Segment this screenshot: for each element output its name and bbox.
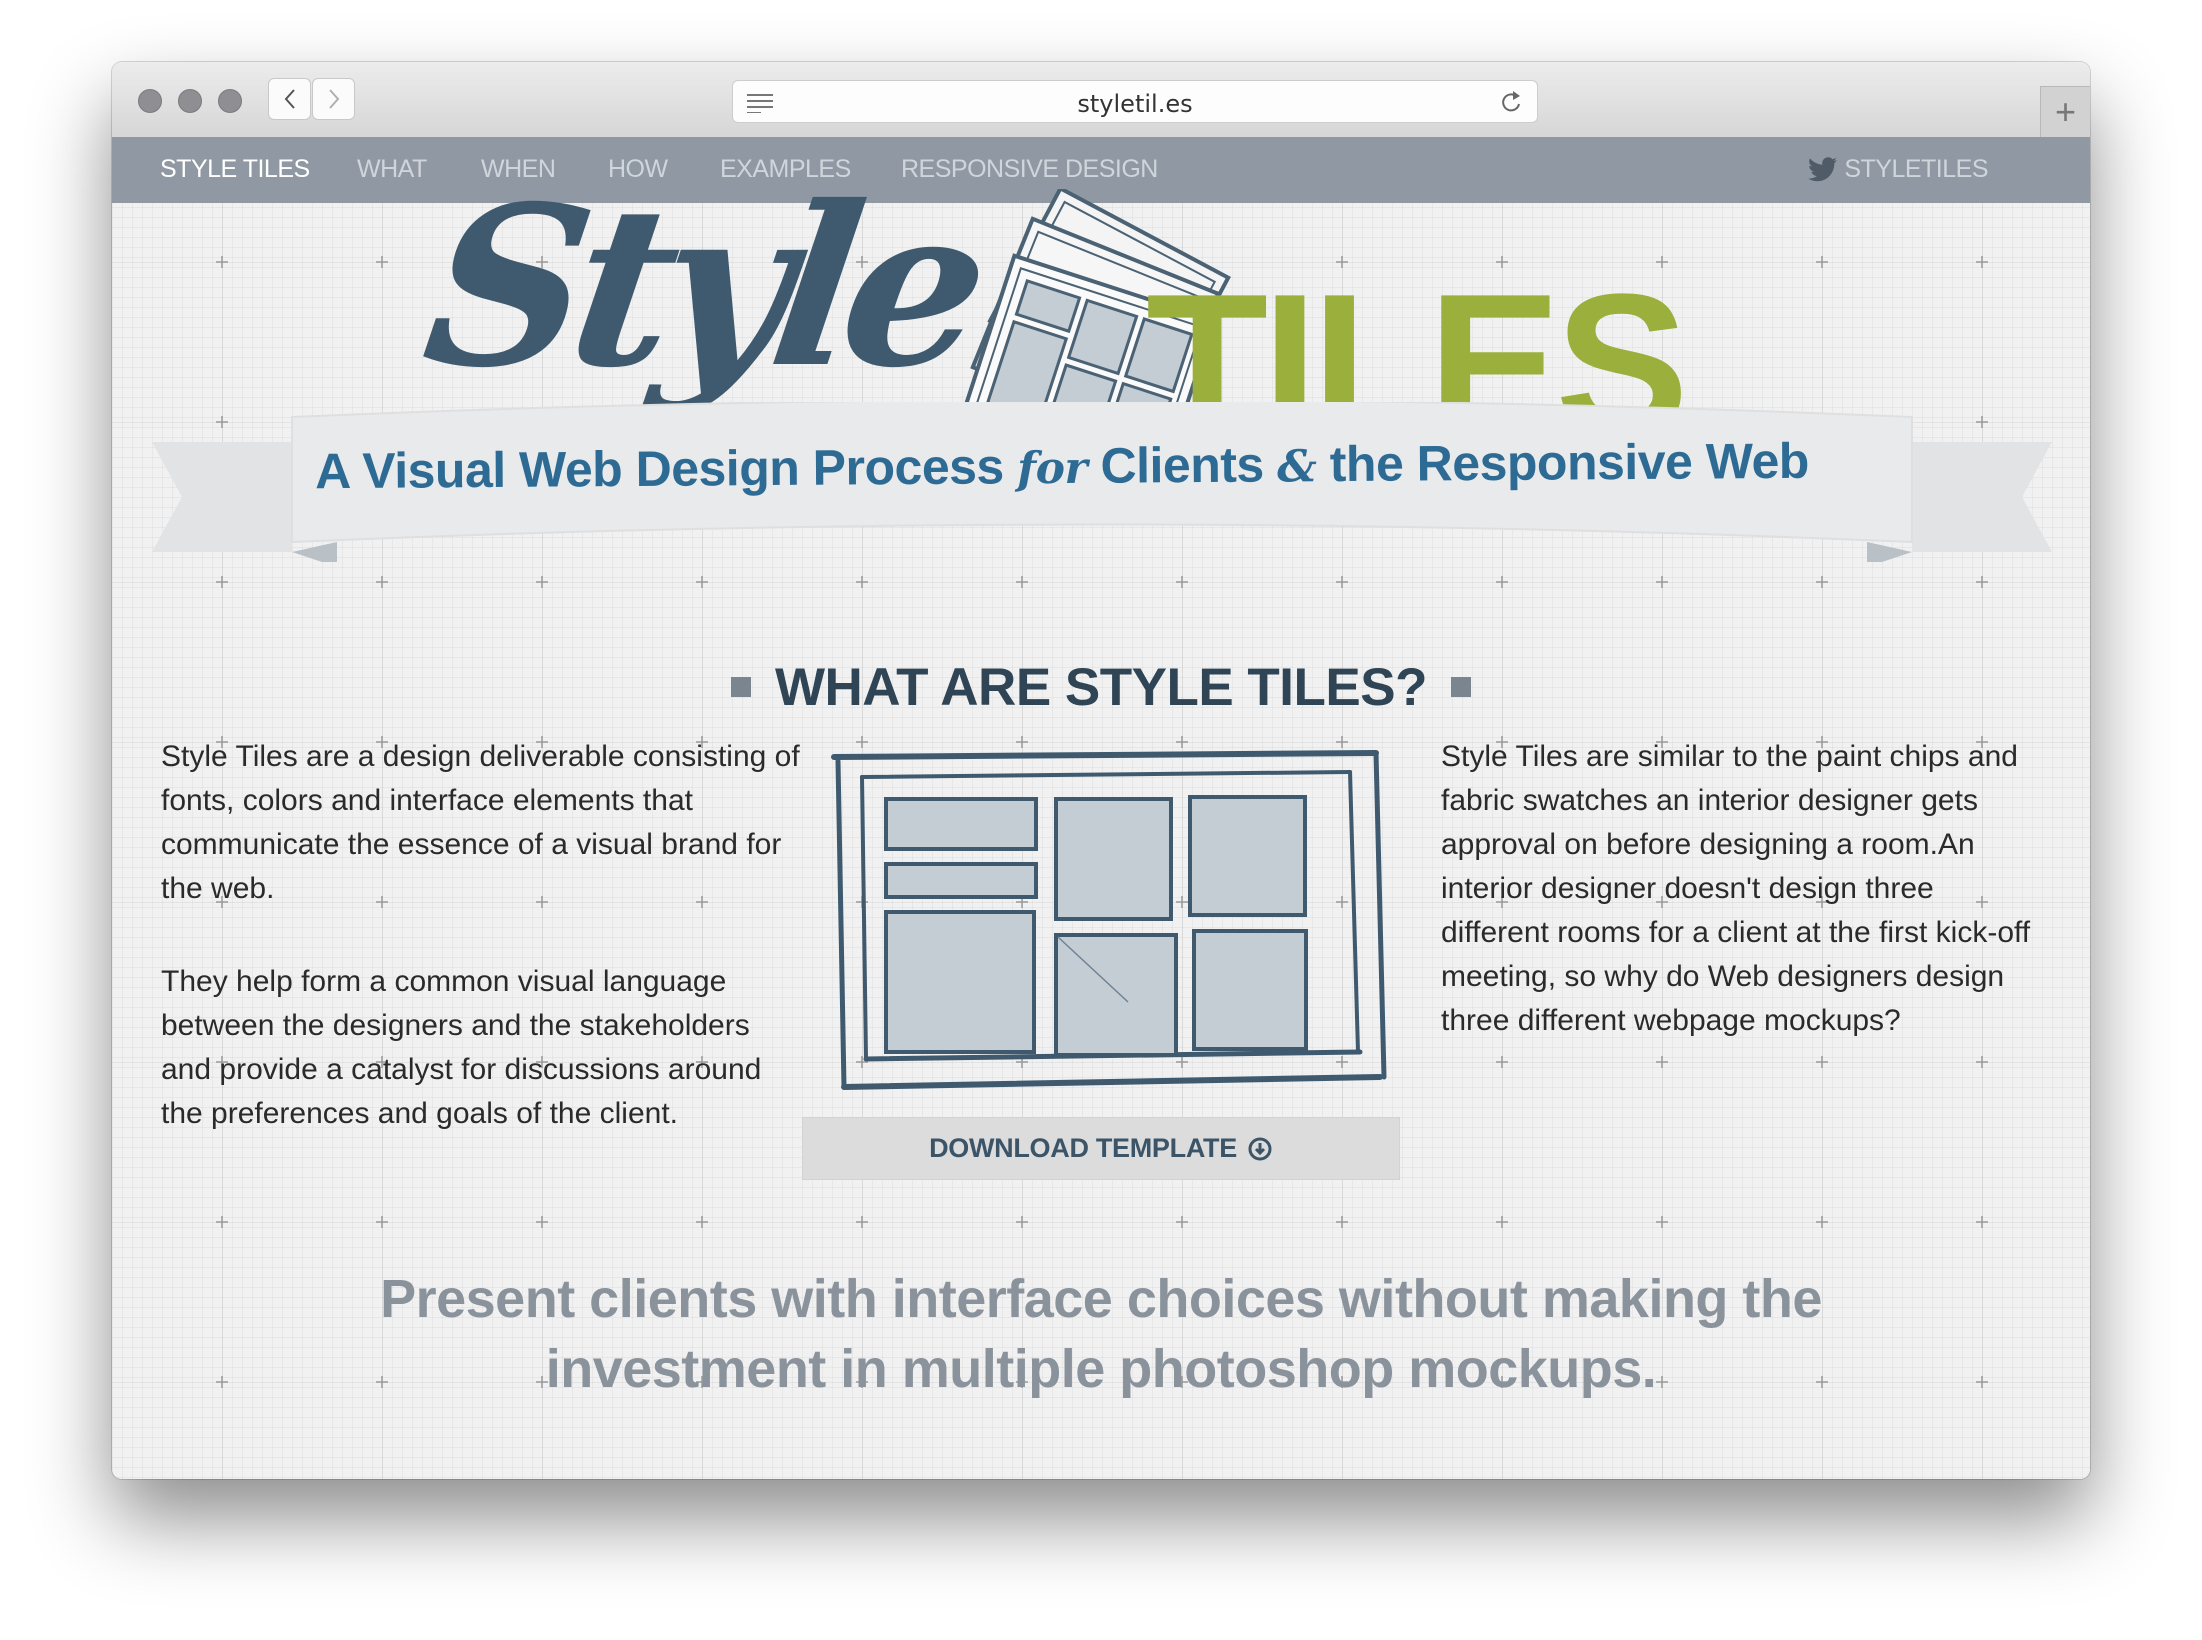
- intro-right-column: Style Tiles are similar to the paint chi…: [1441, 735, 2041, 1092]
- intro-paragraph: Style Tiles are similar to the paint chi…: [1441, 740, 2031, 1037]
- grid-cross: [696, 1216, 708, 1228]
- browser-titlebar: styletil.es +: [112, 62, 2090, 138]
- grid-cross: [376, 256, 388, 268]
- zoom-window-button[interactable]: [218, 89, 242, 113]
- download-circle-icon: [1248, 1137, 1272, 1160]
- url-text: styletil.es: [1077, 90, 1193, 118]
- style-tile-sketch-illustration: [831, 750, 1387, 1090]
- reload-icon[interactable]: [1499, 90, 1523, 116]
- grid-cross: [1976, 1376, 1988, 1388]
- ribbon-text-part3: the Responsive Web: [1329, 432, 1810, 493]
- download-template-button[interactable]: DOWNLOAD TEMPLATE: [802, 1117, 1400, 1180]
- logo-style-word: Style: [411, 157, 991, 416]
- grid-cross: [1976, 576, 1988, 588]
- grid-cross: [1816, 1216, 1828, 1228]
- grid-cross: [1656, 1216, 1668, 1228]
- ribbon-text-part2: Clients: [1100, 436, 1264, 494]
- intro-paragraph: Style Tiles are a design deliverable con…: [161, 740, 800, 905]
- twitter-label: STYLETILES: [1844, 155, 1988, 183]
- grid-cross: [1336, 576, 1348, 588]
- address-bar[interactable]: styletil.es: [732, 80, 1538, 123]
- nav-style-tiles[interactable]: STYLE TILES: [160, 155, 310, 184]
- section-heading: WHAT ARE STYLE TILES?: [112, 657, 2090, 718]
- grid-cross: [1496, 576, 1508, 588]
- page-viewport: STYLE TILES WHAT WHEN HOW EXAMPLES RESPO…: [112, 137, 2090, 1479]
- grid-cross: [1816, 576, 1828, 588]
- grid-cross: [1176, 1216, 1188, 1228]
- grid-cross: [1016, 1216, 1028, 1228]
- minimize-window-button[interactable]: [178, 89, 202, 113]
- forward-button[interactable]: [312, 78, 355, 120]
- section-heading-text: WHAT ARE STYLE TILES?: [775, 658, 1427, 717]
- nav-what[interactable]: WHAT: [357, 155, 427, 184]
- ribbon-text-part1: A Visual Web Design Process: [314, 438, 1004, 500]
- heading-square-left: [731, 677, 751, 697]
- heading-square-right: [1450, 677, 1471, 697]
- chevron-right-icon: [328, 89, 339, 109]
- new-tab-button[interactable]: +: [2040, 86, 2090, 137]
- grid-cross: [856, 1216, 868, 1228]
- intro-left-column: Style Tiles are a design deliverable con…: [161, 735, 801, 1185]
- ribbon-tagline: A Visual Web Design Process for Clients …: [212, 431, 1912, 501]
- grid-cross: [376, 576, 388, 588]
- grid-cross: [216, 1216, 228, 1228]
- plus-icon: +: [2054, 91, 2077, 132]
- browser-window: styletil.es + STYLE TILES WHAT WHEN HOW …: [112, 62, 2090, 1479]
- twitter-bird-icon: [1808, 156, 1838, 181]
- back-button[interactable]: [268, 78, 311, 120]
- grid-cross: [856, 576, 868, 588]
- grid-cross: [216, 256, 228, 268]
- grid-cross: [536, 1216, 548, 1228]
- grid-cross: [1656, 576, 1668, 588]
- intro-paragraph: They help form a common visual language …: [161, 965, 762, 1130]
- chevron-left-icon: [284, 89, 295, 109]
- grid-cross: [1816, 256, 1828, 268]
- grid-cross: [1016, 576, 1028, 588]
- grid-cross: [1496, 1216, 1508, 1228]
- grid-cross: [696, 576, 708, 588]
- close-window-button[interactable]: [138, 89, 162, 113]
- grid-cross: [1976, 1216, 1988, 1228]
- grid-cross: [1176, 576, 1188, 588]
- grid-cross: [1336, 1216, 1348, 1228]
- grid-cross: [1976, 256, 1988, 268]
- grid-cross: [216, 576, 228, 588]
- grid-cross: [536, 576, 548, 588]
- download-template-label: DOWNLOAD TEMPLATE: [929, 1133, 1237, 1163]
- grid-cross: [376, 1216, 388, 1228]
- ribbon-text-amp: &: [1276, 441, 1317, 493]
- twitter-link[interactable]: STYLETILES: [1808, 155, 1988, 184]
- ribbon-text-for: for: [1016, 442, 1088, 495]
- grid-cross: [216, 1376, 228, 1388]
- bottom-tagline: Present clients with interface choices w…: [380, 1269, 1822, 1399]
